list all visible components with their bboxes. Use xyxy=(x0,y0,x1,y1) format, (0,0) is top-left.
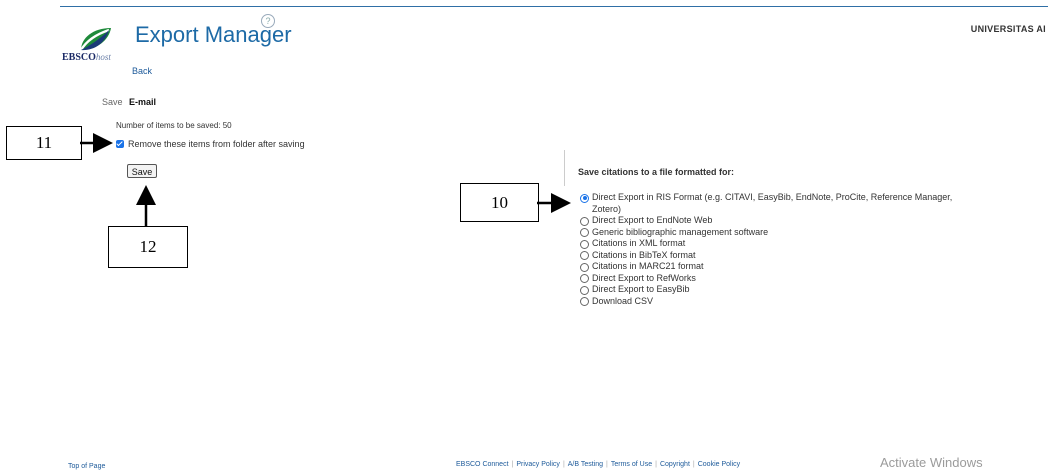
callout-arrows xyxy=(80,133,571,226)
activate-windows-watermark: Activate Windows xyxy=(880,455,983,470)
footer-link-ebsco-connect[interactable]: EBSCO Connect xyxy=(456,461,509,468)
footer-separator: | xyxy=(562,461,565,468)
footer-separator: | xyxy=(655,461,657,468)
footer-link-cookie[interactable]: Cookie Policy xyxy=(698,461,740,468)
top-of-page-link[interactable]: Top of Page xyxy=(68,463,105,470)
footer-link-copyright[interactable]: Copyright xyxy=(660,461,690,468)
footer-link-terms[interactable]: Terms of Use xyxy=(611,461,652,468)
footer-link-ab-testing[interactable]: A/B Testing xyxy=(568,461,603,468)
footer-separator: | xyxy=(606,461,608,468)
footer-separator: | xyxy=(692,461,695,468)
footer-link-privacy[interactable]: Privacy Policy xyxy=(516,461,560,468)
footer-links: EBSCO Connect | Privacy Policy | A/B Testing… xyxy=(456,461,740,468)
footer-separator: | xyxy=(511,461,514,468)
